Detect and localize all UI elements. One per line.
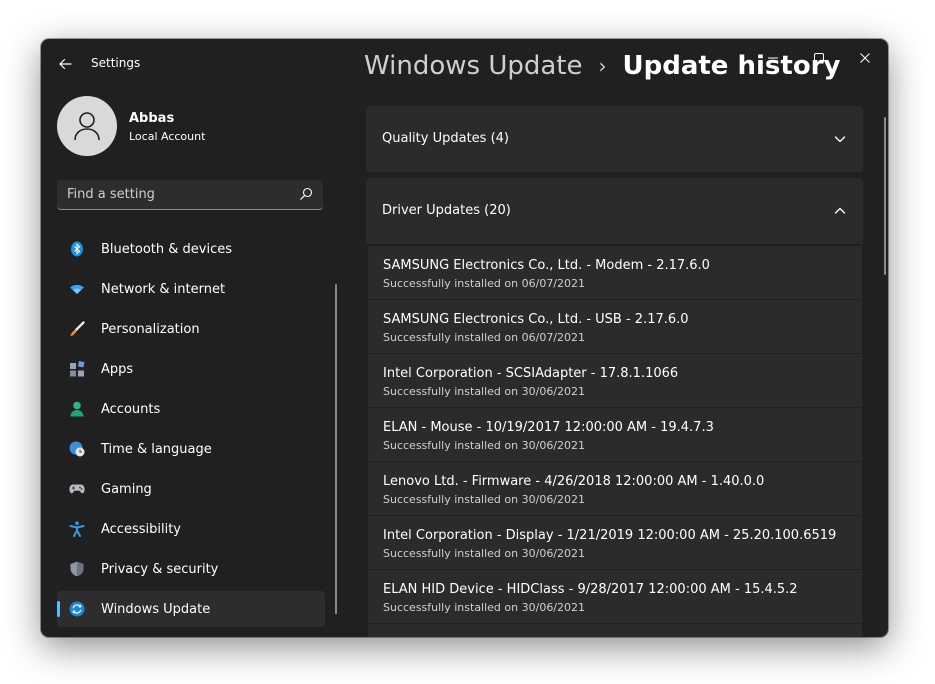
sidebar-item-accounts[interactable]: Accounts	[57, 391, 325, 427]
sidebar-item-label: Bluetooth & devices	[101, 241, 232, 257]
list-item[interactable]: Intel Corporation - SCSIAdapter - 17.8.1…	[368, 354, 862, 407]
sidebar-item-label: Time & language	[101, 441, 212, 457]
list-item[interactable]	[368, 624, 862, 637]
sidebar-item-privacy-security[interactable]: Privacy & security	[57, 551, 325, 587]
back-button[interactable]	[55, 54, 75, 74]
accessibility-icon	[69, 521, 85, 537]
update-status: Successfully installed on 06/07/2021	[383, 277, 586, 290]
list-item[interactable]: Lenovo Ltd. - Firmware - 4/26/2018 12:00…	[368, 462, 862, 515]
sidebar-item-personalization[interactable]: Personalization	[57, 311, 325, 347]
sidebar-item-label: Gaming	[101, 481, 152, 497]
content-scrollbar[interactable]	[884, 117, 886, 275]
update-title: SAMSUNG Electronics Co., Ltd. - Modem - …	[383, 258, 710, 273]
list-item[interactable]: ELAN - Mouse - 10/19/2017 12:00:00 AM - …	[368, 408, 862, 461]
sidebar-item-windows-update[interactable]: Windows Update	[57, 591, 325, 627]
apps-icon	[69, 361, 85, 377]
search-box[interactable]	[57, 180, 323, 210]
driver-updates-expander[interactable]: Driver Updates (20)	[366, 178, 863, 244]
close-button[interactable]	[842, 46, 888, 70]
person-icon	[74, 112, 100, 141]
brush-icon	[69, 321, 85, 337]
list-item[interactable]: Intel Corporation - Display - 1/21/2019 …	[368, 516, 862, 569]
list-item[interactable]: SAMSUNG Electronics Co., Ltd. - USB - 2.…	[368, 300, 862, 353]
sidebar-item-label: Personalization	[101, 321, 200, 337]
update-status: Successfully installed on 30/06/2021	[383, 493, 586, 506]
search-icon	[300, 187, 313, 200]
breadcrumb: Windows Update › Update history	[364, 51, 840, 81]
sidebar-item-label: Accounts	[101, 401, 161, 417]
section-title: Driver Updates (20)	[382, 203, 511, 218]
breadcrumb-separator: ›	[598, 54, 607, 78]
chevron-down-icon	[834, 136, 846, 143]
update-status: Successfully installed on 30/06/2021	[383, 601, 586, 614]
sidebar-nav: Bluetooth & devices Network & internet P…	[57, 231, 325, 631]
bluetooth-icon	[69, 241, 85, 257]
sidebar-item-bluetooth-devices[interactable]: Bluetooth & devices	[57, 231, 325, 267]
sidebar-item-gaming[interactable]: Gaming	[57, 471, 325, 507]
update-title: SAMSUNG Electronics Co., Ltd. - USB - 2.…	[383, 312, 689, 327]
sidebar-item-label: Accessibility	[101, 521, 181, 537]
sidebar-item-label: Windows Update	[101, 601, 211, 617]
update-title: Lenovo Ltd. - Firmware - 4/26/2018 12:00…	[383, 474, 765, 489]
sidebar-item-label: Network & internet	[101, 281, 226, 297]
sidebar-item-apps[interactable]: Apps	[57, 351, 325, 387]
settings-window: Settings Abbas Local Account Find a sett…	[41, 39, 888, 637]
account-type: Local Account	[129, 130, 206, 143]
page-title: Update history	[622, 51, 841, 81]
update-title: ELAN HID Device - HIDClass - 9/28/2017 1…	[383, 582, 798, 597]
search-input[interactable]	[67, 180, 287, 209]
list-item[interactable]: SAMSUNG Electronics Co., Ltd. - Modem - …	[368, 246, 862, 299]
arrow-left-icon	[59, 58, 72, 70]
app-title: Settings	[91, 56, 141, 70]
update-status: Successfully installed on 06/07/2021	[383, 331, 586, 344]
chevron-up-icon	[834, 207, 846, 214]
update-status: Successfully installed on 30/06/2021	[383, 385, 586, 398]
selection-indicator	[57, 601, 60, 617]
person-icon	[69, 401, 85, 417]
shield-icon	[69, 561, 85, 577]
sidebar-item-label: Apps	[101, 361, 134, 377]
list-item[interactable]: ELAN HID Device - HIDClass - 9/28/2017 1…	[368, 570, 862, 623]
sidebar-scrollbar[interactable]	[335, 284, 337, 614]
update-title: Intel Corporation - Display - 1/21/2019 …	[383, 528, 837, 543]
quality-updates-expander[interactable]: Quality Updates (4)	[366, 106, 863, 172]
sidebar-item-label: Privacy & security	[101, 561, 219, 577]
update-status: Successfully installed on 30/06/2021	[383, 547, 586, 560]
breadcrumb-parent-link[interactable]: Windows Update	[364, 51, 583, 81]
close-icon	[860, 53, 870, 63]
wifi-icon	[69, 281, 85, 297]
section-title: Quality Updates (4)	[382, 131, 509, 146]
sidebar-item-time-language[interactable]: Time & language	[57, 431, 325, 467]
update-title: Intel Corporation - SCSIAdapter - 17.8.1…	[383, 366, 679, 381]
gamepad-icon	[69, 481, 85, 497]
update-status: Successfully installed on 30/06/2021	[383, 439, 586, 452]
sidebar-item-accessibility[interactable]: Accessibility	[57, 511, 325, 547]
globe-clock-icon	[69, 441, 85, 457]
avatar[interactable]	[57, 96, 117, 156]
update-title: ELAN - Mouse - 10/19/2017 12:00:00 AM - …	[383, 420, 714, 435]
user-name: Abbas	[129, 111, 175, 126]
sync-icon	[69, 601, 85, 617]
sidebar-item-network-internet[interactable]: Network & internet	[57, 271, 325, 307]
driver-updates-list: SAMSUNG Electronics Co., Ltd. - Modem - …	[368, 246, 862, 637]
